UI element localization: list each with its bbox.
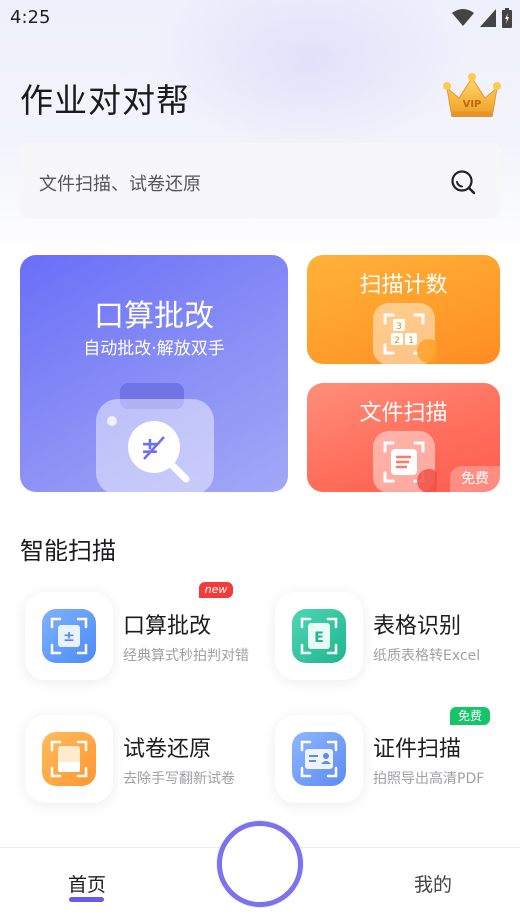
id-card-icon [292, 732, 346, 786]
document-scan-icon [373, 431, 437, 492]
feature-table-ocr-desc: 纸质表格转Excel [373, 648, 481, 664]
search-icon[interactable] [449, 168, 477, 196]
status-time: 4:25 [10, 7, 51, 28]
paper-restore-icon [42, 732, 96, 786]
feature-table-ocr[interactable]: E 表格识别 纸质表格转Excel [270, 592, 510, 692]
svg-text:1: 1 [408, 336, 414, 346]
svg-text:±: ± [63, 629, 75, 645]
feature-oral-math-icon-wrap: ± [25, 592, 113, 680]
free-badge: 免费 [450, 466, 500, 492]
card-scan-count[interactable]: 扫描计数 3 2 1 [307, 255, 500, 364]
feature-paper-restore[interactable]: 试卷还原 去除手写翻新试卷 [20, 715, 260, 815]
feature-oral-math-title: 口算批改 [123, 614, 212, 639]
excel-icon: E [292, 609, 346, 663]
nav-home-indicator [69, 897, 104, 902]
wifi-icon [452, 9, 474, 26]
crown-icon[interactable]: VIP [441, 72, 503, 120]
feature-table-ocr-icon-wrap: E [275, 592, 363, 680]
card-doc-scan[interactable]: 文件扫描 免费 [307, 383, 500, 492]
new-badge: new [199, 582, 233, 598]
math-check-illustration-icon: ± [96, 383, 214, 492]
feature-paper-restore-desc: 去除手写翻新试卷 [123, 771, 235, 787]
center-scan-button[interactable] [217, 821, 303, 907]
feature-id-scan[interactable]: 免费 证件扫描 拍照导出高清PDF [270, 707, 510, 815]
svg-text:3: 3 [396, 322, 402, 332]
svg-text:2: 2 [394, 336, 400, 346]
signal-icon [480, 9, 496, 27]
battery-icon [502, 8, 512, 28]
status-icons [452, 8, 512, 28]
feature-oral-math-desc: 经典算式秒拍判对错 [123, 648, 249, 664]
app-title: 作业对对帮 [20, 81, 190, 120]
vip-label: VIP [463, 99, 482, 110]
card-oral-math[interactable]: 口算批改 自动批改·解放双手 ± [20, 255, 288, 492]
math-calc-icon: ± [42, 609, 96, 663]
svg-text:E: E [314, 630, 324, 646]
card-oral-math-subtitle: 自动批改·解放双手 [83, 339, 225, 359]
feature-oral-math[interactable]: ± new 口算批改 经典算式秒拍判对错 [20, 582, 260, 692]
nav-mine[interactable]: 我的 [408, 870, 458, 897]
status-bar: 4:25 [0, 0, 520, 34]
feature-id-scan-desc: 拍照导出高清PDF [373, 771, 485, 787]
feature-id-scan-icon-wrap [275, 715, 363, 803]
feature-paper-restore-title: 试卷还原 [123, 737, 212, 762]
card-doc-scan-title: 文件扫描 [359, 401, 448, 426]
card-scan-count-title: 扫描计数 [359, 273, 448, 298]
feature-paper-restore-icon-wrap [25, 715, 113, 803]
card-oral-math-title: 口算批改 [94, 299, 214, 334]
feature-table-ocr-title: 表格识别 [373, 614, 462, 639]
section-title: 智能扫描 [20, 537, 116, 565]
search-input[interactable]: 文件扫描、试卷还原 [19, 143, 501, 219]
feature-id-scan-title: 证件扫描 [373, 737, 462, 762]
free-badge: 免费 [450, 707, 490, 725]
search-placeholder: 文件扫描、试卷还原 [39, 174, 201, 195]
nav-home[interactable]: 首页 [60, 870, 114, 897]
count-grid-icon: 3 2 1 [373, 303, 437, 364]
